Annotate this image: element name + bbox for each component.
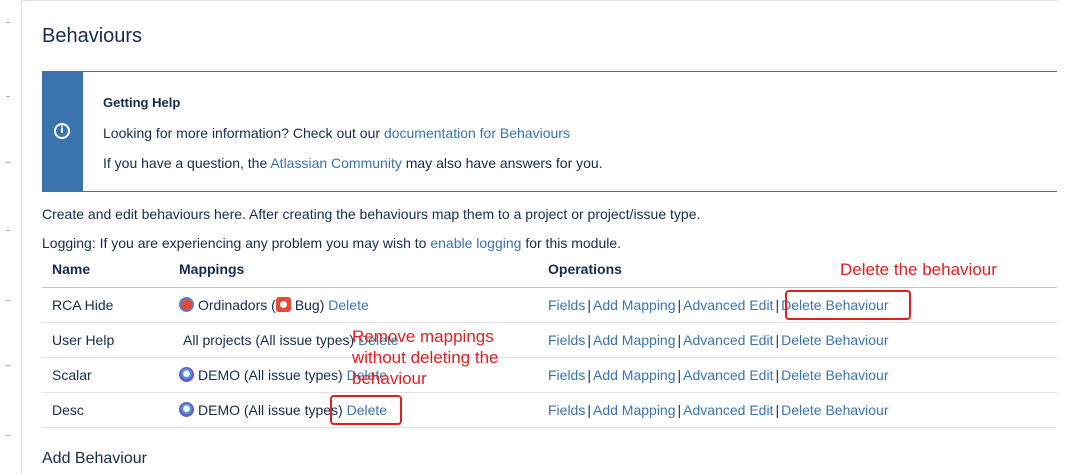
separator: | <box>677 401 682 418</box>
table-row: Desc DEMO (All issue types) Delete Field… <box>42 392 1057 428</box>
add-mapping-link[interactable]: Add Mapping <box>593 367 676 383</box>
row-name: User Help <box>42 322 169 358</box>
info-icon: i <box>54 123 70 139</box>
row-name: RCA Hide <box>42 287 169 323</box>
add-mapping-link[interactable]: Add Mapping <box>593 297 676 313</box>
separator: | <box>677 366 682 383</box>
rail-tick <box>6 162 10 163</box>
rail-tick <box>6 22 10 23</box>
row-name: Desc <box>42 392 169 428</box>
table-row: Scalar DEMO (All issue types) Delete Fie… <box>42 357 1057 393</box>
add-mapping-link[interactable]: Add Mapping <box>593 332 676 348</box>
annotation-remove-mappings: Remove mappings without deleting the beh… <box>352 326 499 389</box>
rail-tick <box>6 96 10 97</box>
row-name: Scalar <box>42 357 169 393</box>
annotation-box-delete-mapping <box>330 395 402 425</box>
advanced-edit-link[interactable]: Advanced Edit <box>683 297 773 313</box>
info-line1-text: Looking for more information? Check out … <box>103 125 384 141</box>
separator: | <box>775 401 780 418</box>
info-line-community: If you have a question, the Atlassian Co… <box>103 155 603 171</box>
separator: | <box>587 296 591 313</box>
page-title: Behaviours <box>42 25 143 47</box>
mapping-issue: Bug) <box>294 296 325 313</box>
bug-icon <box>275 296 291 312</box>
add-mapping-link[interactable]: Add Mapping <box>593 402 676 418</box>
separator: | <box>587 401 591 418</box>
annotation-delete-behaviour: Delete the behaviour <box>840 260 997 279</box>
delete-behaviour-link[interactable]: Delete Behaviour <box>781 367 888 383</box>
row-operations: Fields | Add Mapping | Advanced Edit | Delete … <box>538 322 1057 358</box>
advanced-edit-link[interactable]: Advanced Edit <box>683 332 773 348</box>
enable-logging-link[interactable]: enable logging <box>430 235 521 251</box>
annotation-box-delete-behaviour <box>785 290 911 320</box>
add-behaviour-title: Add Behaviour <box>42 450 147 467</box>
info-line2-suffix: may also have answers for you. <box>401 155 603 171</box>
header-name: Name <box>42 252 169 288</box>
atlassian-community-link[interactable]: Atlassian Community <box>270 155 402 171</box>
rail-tick <box>6 230 10 231</box>
row-mappings: Ordinadors ( Bug) Delete <box>169 287 538 323</box>
documentation-link[interactable]: documentation for Behaviours <box>384 125 570 141</box>
fields-link[interactable]: Fields <box>548 402 585 418</box>
separator: | <box>587 331 591 348</box>
info-stripe: i <box>42 71 83 192</box>
rail-tick <box>6 300 10 301</box>
separator: | <box>677 331 682 348</box>
separator: | <box>775 331 780 348</box>
logging-text: Logging: If you are experiencing any pro… <box>42 235 621 251</box>
separator: | <box>775 296 780 313</box>
info-line-documentation: Looking for more information? Check out … <box>103 125 570 141</box>
table-row: User Help All projects (All issue types)… <box>42 322 1057 358</box>
mapping-text: DEMO (All issue types) <box>198 401 343 418</box>
annotation-line: without deleting the <box>352 348 499 367</box>
advanced-edit-link[interactable]: Advanced Edit <box>683 402 773 418</box>
logging-prefix: Logging: If you are experiencing any pro… <box>42 235 431 251</box>
separator: | <box>587 366 591 383</box>
row-operations: Fields | Add Mapping | Advanced Edit | Delete … <box>538 357 1057 393</box>
intro-text: Create and edit behaviours here. After c… <box>42 206 701 222</box>
info-panel: i Getting Help Looking for more informat… <box>42 71 1057 192</box>
rail-tick <box>6 435 10 436</box>
mapping-project: Ordinadors ( <box>198 296 276 313</box>
header-mappings: Mappings <box>169 252 538 288</box>
delete-behaviour-link[interactable]: Delete Behaviour <box>781 402 888 418</box>
separator: | <box>775 366 780 383</box>
mapping-text: DEMO (All issue types) <box>198 366 343 383</box>
project-demo-icon <box>179 366 194 382</box>
fields-link[interactable]: Fields <box>548 297 585 313</box>
delete-mapping-link[interactable]: Delete <box>328 297 368 313</box>
separator: | <box>677 296 682 313</box>
rail-tick <box>6 365 10 366</box>
info-heading: Getting Help <box>103 95 181 110</box>
fields-link[interactable]: Fields <box>548 367 585 383</box>
row-operations: Fields | Add Mapping | Advanced Edit | Delete … <box>538 392 1057 428</box>
fields-link[interactable]: Fields <box>548 332 585 348</box>
info-line2-text: If you have a question, the <box>103 155 271 171</box>
advanced-edit-link[interactable]: Advanced Edit <box>683 367 773 383</box>
left-rail <box>0 0 22 474</box>
logging-suffix: for this module. <box>521 235 622 251</box>
annotation-line: behaviour <box>352 369 427 388</box>
project-demo-icon <box>179 401 194 417</box>
annotation-line: Remove mappings <box>352 327 494 346</box>
top-divider <box>22 0 1058 1</box>
project-ordinadors-icon <box>179 296 194 312</box>
mapping-text: All projects (All issue types) <box>183 331 355 348</box>
delete-behaviour-link[interactable]: Delete Behaviour <box>781 332 888 348</box>
